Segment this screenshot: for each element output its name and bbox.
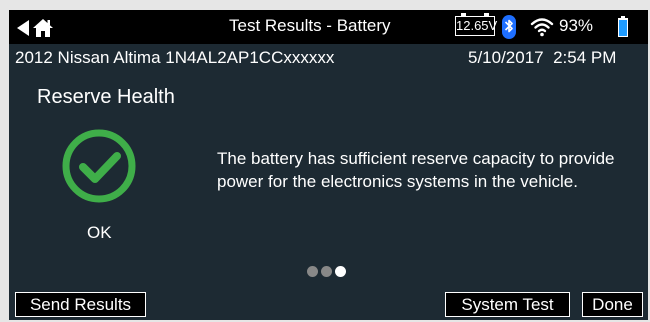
section-title: Reserve Health: [37, 86, 175, 108]
top-bar: Test Results - Battery 12.65V 93%: [9, 10, 648, 44]
time-text: 2:54 PM: [553, 48, 617, 67]
vehicle-info: 2012 Nissan Altima 1N4AL2AP1CCxxxxxx: [15, 48, 335, 67]
home-icon[interactable]: [32, 18, 54, 38]
send-results-button[interactable]: Send Results: [15, 292, 146, 317]
bluetooth-icon: [502, 15, 516, 39]
app-screen: Test Results - Battery 12.65V 93% 2012 N…: [9, 10, 648, 320]
battery-icon: [618, 16, 628, 37]
page-indicator: [307, 264, 349, 277]
date-text: 5/10/2017: [468, 48, 544, 67]
check-circle-icon: [62, 129, 136, 203]
system-test-button[interactable]: System Test: [445, 292, 570, 317]
voltage-indicator: 12.65V: [455, 13, 497, 36]
battery-percent: 93%: [559, 16, 594, 35]
back-icon[interactable]: [17, 20, 29, 36]
wifi-icon: [530, 18, 554, 37]
result-message: The battery has sufficient reserve capac…: [217, 149, 615, 191]
page-title: Test Results - Battery: [229, 16, 391, 35]
page-dot[interactable]: [307, 266, 318, 277]
status-label: OK: [87, 223, 112, 242]
page-dot-active[interactable]: [335, 266, 346, 277]
page-dot[interactable]: [321, 266, 332, 277]
date-time: 5/10/2017 2:54 PM: [468, 48, 616, 68]
done-button[interactable]: Done: [582, 292, 643, 317]
